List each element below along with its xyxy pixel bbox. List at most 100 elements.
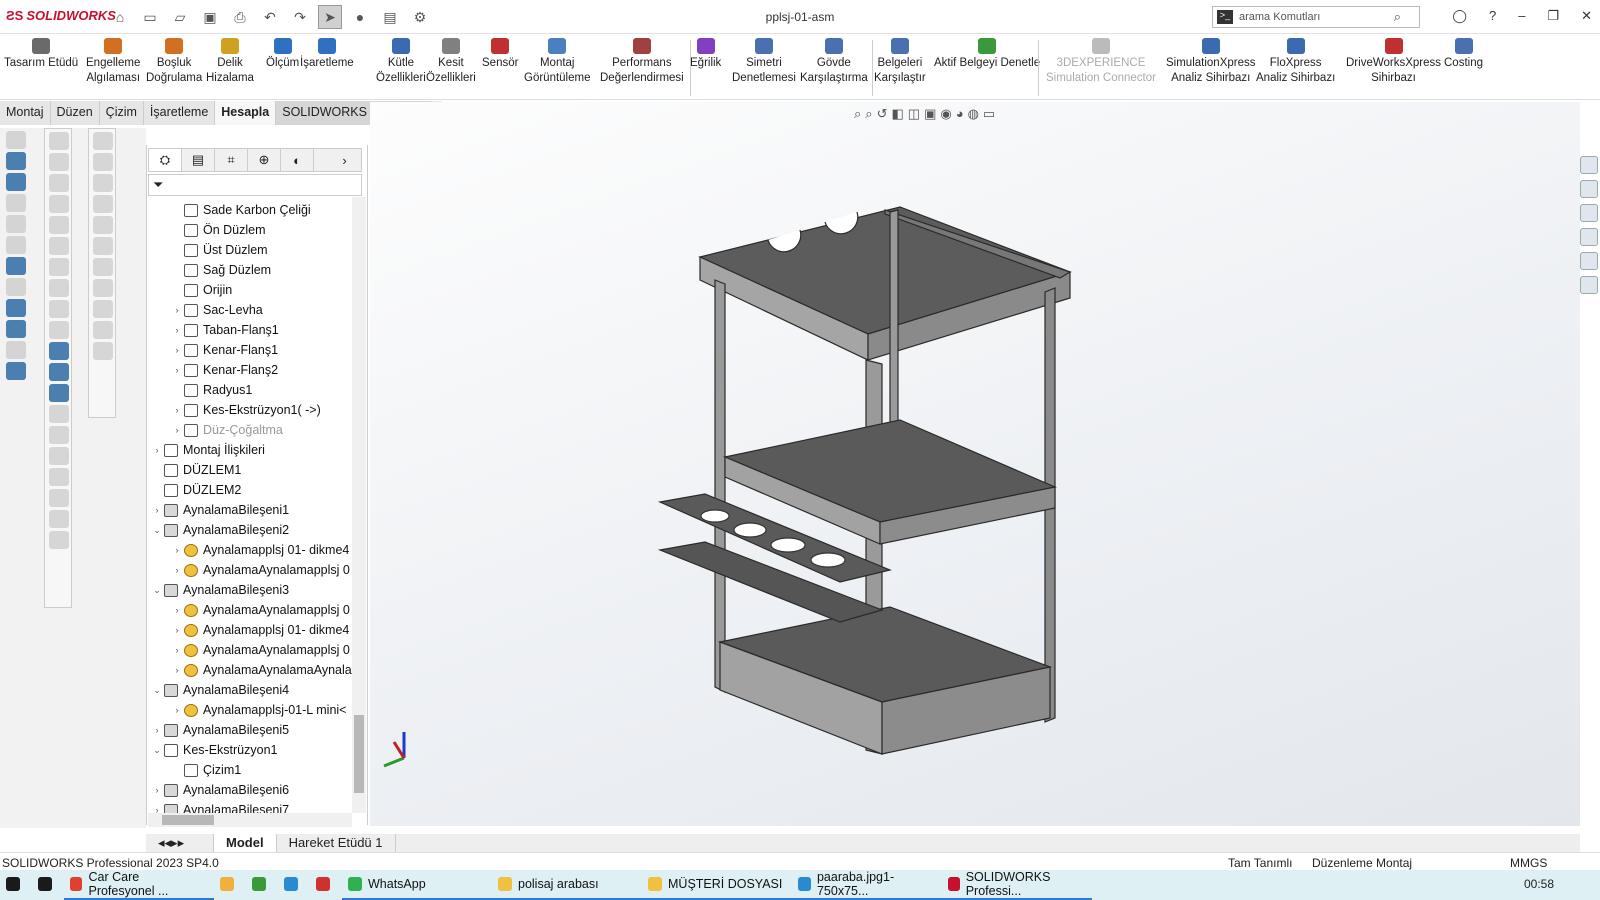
sketch-tool-icon[interactable] <box>49 132 69 150</box>
ribbon-button-17[interactable]: SimulationXpress Analiz Sihirbazı <box>1166 38 1255 86</box>
sketch-tool-icon[interactable] <box>93 321 113 339</box>
file-explorer-icon[interactable] <box>1580 204 1598 222</box>
expand-chevron-icon[interactable]: › <box>170 665 184 675</box>
sketch-tool-icon[interactable] <box>6 215 26 233</box>
sketch-tool-icon[interactable] <box>93 216 113 234</box>
sketch-tool-icon[interactable] <box>49 489 69 507</box>
dimxpert-tab-icon[interactable]: ⊕ <box>248 149 281 171</box>
ribbon-button-1[interactable]: Engelleme Algılaması <box>86 38 140 86</box>
apply-scene-icon[interactable]: ◍ <box>968 106 979 122</box>
sketch-tool-icon[interactable] <box>6 152 26 170</box>
sketch-tool-icon[interactable] <box>49 510 69 528</box>
sketch-tool-icon[interactable] <box>49 342 69 360</box>
ribbon-button-15[interactable]: Aktif Belgeyi Denetle <box>934 38 1040 71</box>
help-icon[interactable]: ? <box>1489 8 1496 24</box>
tree-node[interactable]: › Aynalamapplsj-01-L mini< <box>170 700 347 720</box>
expand-chevron-icon[interactable]: › <box>150 725 164 735</box>
tree-node[interactable]: › Aynalamapplsj 01- dikme4 <box>170 620 350 640</box>
ribbon-button-19[interactable]: DriveWorksXpress Sihirbazı <box>1346 38 1441 86</box>
tab-motion-study[interactable]: Hareket Etüdü 1 <box>277 834 396 852</box>
ribbon-button-7[interactable]: Kesit Özellikleri <box>426 38 476 86</box>
expand-chevron-icon[interactable]: ⌄ <box>150 745 164 756</box>
taskbar-item-1[interactable] <box>32 870 64 900</box>
close-button[interactable]: ✕ <box>1581 8 1592 24</box>
tree-node[interactable]: Orijin <box>170 280 232 300</box>
appearances-icon[interactable] <box>1580 252 1598 270</box>
tab-4[interactable]: Hesapla <box>215 101 277 125</box>
tab-2[interactable]: Çizim <box>100 101 144 125</box>
sketch-tool-icon[interactable] <box>6 194 26 212</box>
sketch-tool-icon[interactable] <box>93 300 113 318</box>
tree-node[interactable]: › Montaj İlişkileri <box>150 440 265 460</box>
tree-hscroll-thumb[interactable] <box>162 815 214 825</box>
expand-chevron-icon[interactable]: › <box>170 625 184 635</box>
expand-chevron-icon[interactable]: › <box>170 325 184 335</box>
sketch-tool-icon[interactable] <box>49 279 69 297</box>
expand-chevron-icon[interactable]: › <box>170 705 184 715</box>
expand-chevron-icon[interactable]: › <box>150 505 164 515</box>
tree-node[interactable]: › Kes-Ekstrüzyon1( ->) <box>170 400 321 420</box>
taskbar-item-10[interactable]: paaraba.jpg1-750x75... <box>792 870 942 900</box>
ribbon-button-14[interactable]: Belgeleri Karşılaştır <box>874 38 926 86</box>
taskbar-item-6[interactable] <box>310 870 342 900</box>
taskbar-item-8[interactable]: polisaj arabası <box>492 870 642 900</box>
taskbar-item-0[interactable] <box>0 870 32 900</box>
hide-show-items-icon[interactable]: ◉ <box>940 106 951 122</box>
taskbar-item-7[interactable]: WhatsApp <box>342 870 492 900</box>
solidworks-resources-icon[interactable] <box>1580 156 1598 174</box>
ribbon-button-11[interactable]: Eğrilik <box>690 38 721 71</box>
cart-model-view[interactable] <box>370 102 1580 826</box>
expand-chevron-icon[interactable]: › <box>170 305 184 315</box>
edit-appearance-icon[interactable]: ◕ <box>956 106 964 122</box>
view-palette-icon[interactable] <box>1580 228 1598 246</box>
graphics-area[interactable] <box>370 102 1580 826</box>
sketch-tool-icon[interactable] <box>49 237 69 255</box>
tree-node[interactable]: › AynalamaBileşeni5 <box>150 720 290 740</box>
tree-scroll-thumb[interactable] <box>354 715 364 793</box>
sketch-tool-icon[interactable] <box>49 384 69 402</box>
sketch-tool-icon[interactable] <box>49 153 69 171</box>
tree-node[interactable]: › Aynalamapplsj 01- dikme4 <box>170 540 350 560</box>
tree-node[interactable]: Sağ Düzlem <box>170 260 271 280</box>
sketch-tool-icon[interactable] <box>49 300 69 318</box>
sketch-tool-icon[interactable] <box>93 195 113 213</box>
sketch-tool-icon[interactable] <box>49 174 69 192</box>
ribbon-button-9[interactable]: Montaj Görüntüleme <box>524 38 590 86</box>
tree-node[interactable]: › Taban-Flanş1 <box>170 320 279 340</box>
sketch-tool-icon[interactable] <box>49 447 69 465</box>
ribbon-button-3[interactable]: Delik Hizalama <box>206 38 254 86</box>
display-manager-tab-icon[interactable]: ◐ <box>281 149 314 171</box>
ribbon-button-4[interactable]: Ölçüm <box>266 38 299 71</box>
zoom-to-fit-icon[interactable]: ⌕ <box>854 106 861 122</box>
ribbon-button-20[interactable]: Costing <box>1444 38 1483 71</box>
taskbar-item-5[interactable] <box>278 870 310 900</box>
tree-node[interactable]: ⌄ AynalamaBileşeni4 <box>150 680 289 700</box>
ribbon-button-10[interactable]: Performans Değerlendirmesi <box>600 38 684 86</box>
tree-node[interactable]: › AynalamaAynalamaAynala <box>170 660 352 680</box>
sketch-tool-icon[interactable] <box>6 278 26 296</box>
sketch-tool-icon[interactable] <box>93 174 113 192</box>
display-style-icon[interactable]: ▣ <box>924 106 936 122</box>
tree-node[interactable]: › Kenar-Flanş2 <box>170 360 279 380</box>
search-icon[interactable]: ⌕ <box>1394 9 1401 25</box>
sketch-tool-icon[interactable] <box>93 132 113 150</box>
tree-node[interactable]: ⌄ Kes-Ekstrüzyon1 <box>150 740 277 760</box>
tree-node[interactable]: ⌄ AynalamaBileşeni2 <box>150 520 289 540</box>
minimize-button[interactable]: – <box>1518 8 1525 24</box>
tree-node[interactable]: Radyus1 <box>170 380 252 400</box>
sketch-tool-icon[interactable] <box>93 237 113 255</box>
expand-chevron-icon[interactable]: › <box>170 425 184 435</box>
tree-node[interactable]: › Düz-Çoğaltma <box>170 420 283 440</box>
sketch-tool-icon[interactable] <box>93 342 113 360</box>
sketch-tool-icon[interactable] <box>6 257 26 275</box>
sketch-tool-icon[interactable] <box>6 131 26 149</box>
tree-node[interactable]: › AynalamaAynalamapplsj 0 <box>170 560 350 580</box>
expand-chevron-icon[interactable]: ⌄ <box>150 585 164 596</box>
tab-0[interactable]: Montaj <box>0 101 51 125</box>
taskbar-item-9[interactable]: MÜŞTERİ DOSYASI <box>642 870 792 900</box>
design-library-icon[interactable] <box>1580 180 1598 198</box>
expand-chevron-icon[interactable]: › <box>170 345 184 355</box>
tab-scroll-arrows-icon[interactable]: ◂◂▸▸ <box>146 834 214 852</box>
sketch-tool-icon[interactable] <box>93 258 113 276</box>
sketch-tool-icon[interactable] <box>6 299 26 317</box>
